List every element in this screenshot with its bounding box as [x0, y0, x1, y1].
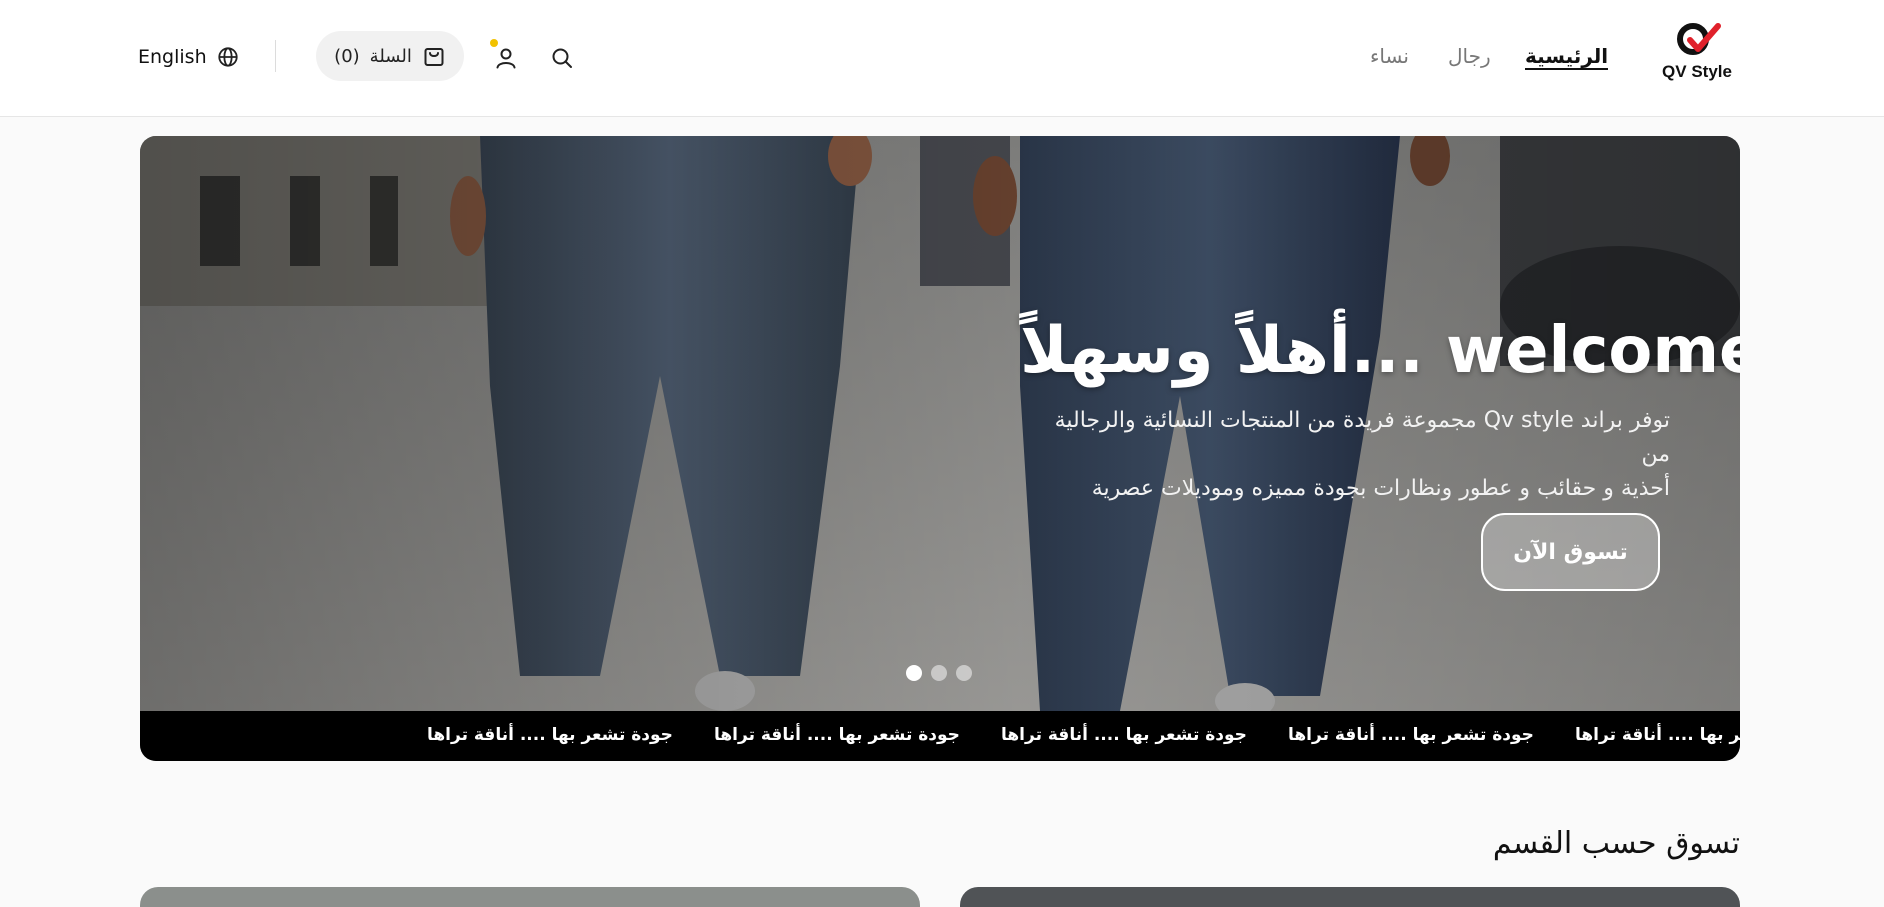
promo-ticker: جودة تشعر بها .... أناقة تراها جودة تشعر…: [140, 711, 1740, 761]
ticker-item: جودة تشعر بها .... أناقة تراها: [427, 725, 673, 745]
search-button[interactable]: [544, 40, 580, 76]
slider-dots: [906, 665, 972, 681]
nav-men[interactable]: رجال: [1448, 44, 1491, 70]
language-switch[interactable]: English: [138, 42, 239, 72]
shopping-bag-icon: [424, 48, 444, 66]
cart-button[interactable]: (0) السلة: [316, 31, 464, 81]
user-icon: [496, 48, 516, 69]
hero-description: توفر براند Qv style مجموعة فريدة من المن…: [1020, 404, 1740, 506]
slider-dot-2[interactable]: [931, 665, 947, 681]
header-divider: [275, 40, 276, 72]
nav-women[interactable]: نساء: [1370, 44, 1409, 70]
language-label: English: [138, 46, 207, 68]
slider-dot-3[interactable]: [956, 665, 972, 681]
cart-count: (0): [334, 45, 360, 67]
ticker-item: جودة تشعر بها .... أناقة تراها: [714, 725, 960, 745]
slider-dot-1[interactable]: [906, 665, 922, 681]
brand-logo[interactable]: QV Style: [1660, 20, 1734, 86]
ticker-item: جودة تشعر بها .... أناقة تراها: [1288, 725, 1534, 745]
cart-label: السلة: [369, 45, 412, 67]
category-card-men[interactable]: [960, 887, 1740, 907]
ticker-item: جودة تشعر بها .... أناقة تراها: [1575, 725, 1740, 745]
category-card-women[interactable]: [140, 887, 920, 907]
search-icon: [552, 48, 572, 68]
site-header: QV Style الرئيسية رجال نساء (0) السلة En…: [0, 0, 1884, 117]
shop-now-button[interactable]: تسوق الآن: [1481, 513, 1660, 591]
logo-text: QV Style: [1662, 62, 1732, 81]
hero-banner: أهلاً وسهلاً... welcome توفر براند Qv st…: [140, 136, 1740, 761]
hero-description-line-1: توفر براند Qv style مجموعة فريدة من المن…: [1054, 408, 1670, 467]
logo-check-icon: [1677, 23, 1721, 55]
nav-home[interactable]: الرئيسية: [1525, 44, 1609, 70]
notification-dot: [490, 39, 498, 47]
hero-description-line-2: أحذية و حقائب و عطور ونظارات بجودة مميزه…: [1091, 476, 1670, 501]
hero-title: أهلاً وسهلاً... welcome: [1020, 314, 1740, 388]
globe-icon: [217, 47, 238, 67]
section-title: تسوق حسب القسم: [1492, 826, 1740, 861]
ticker-item: جودة تشعر بها .... أناقة تراها: [1001, 725, 1247, 745]
